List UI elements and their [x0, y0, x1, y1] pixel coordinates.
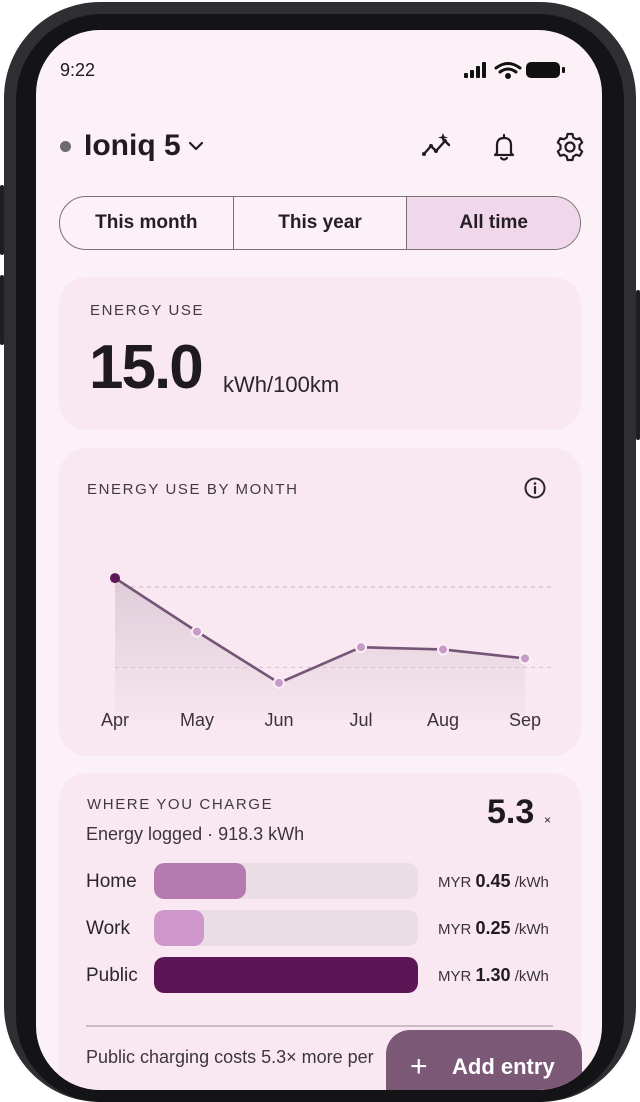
phone-power-button [636, 290, 640, 440]
charge-row-label-home: Home [86, 871, 137, 892]
app-screen: 9:22 Ioniq 5 This month This year All ti… [36, 30, 602, 1090]
charge-price-home: MYR 0.45 /kWh [438, 871, 549, 891]
charge-row-label-public: Public [86, 965, 138, 986]
charge-bar-fill-work [154, 910, 205, 946]
where-you-charge-label: WHERE YOU CHARGE [87, 796, 274, 813]
phone-volume-button [0, 185, 4, 255]
energy-by-month-card: ENERGY USE BY MONTH Apr May Jun Jul Aug Sep [59, 448, 581, 756]
chart-point-aug [437, 643, 449, 656]
charge-price-public: MYR 1.30 /kWh [438, 965, 549, 985]
chart-x-tick-label: Sep [509, 710, 541, 730]
charge-bar-fill-home [154, 863, 247, 899]
period-selector: This month This year All time [59, 196, 581, 250]
charge-bar-home [154, 863, 418, 899]
chart-x-tick-label: Aug [427, 710, 459, 730]
charge-price-work: MYR 0.25 /kWh [438, 918, 549, 938]
cost-multiplier-suffix: × [544, 813, 552, 827]
energy-use-label: ENERGY USE [90, 302, 205, 319]
energy-chart: Apr May Jun Jul Aug Sep [101, 573, 555, 730]
cost-multiplier-value: 5.3 [487, 793, 535, 831]
chart-area-fill [115, 578, 525, 720]
add-entry-label: Add entry [452, 1054, 555, 1079]
signal-icon [464, 62, 486, 78]
chart-point-jul [355, 641, 367, 654]
plus-icon: + [410, 1050, 428, 1083]
wifi-icon [494, 62, 522, 79]
energy-logged: Energy logged · 918.3 kWh [86, 824, 305, 844]
chart-point-sep [519, 652, 531, 665]
chart-x-tick-label: May [180, 710, 214, 730]
chart-point-jun [273, 676, 285, 689]
battery-icon [526, 62, 565, 78]
tab-this-year[interactable]: This year [234, 197, 408, 249]
vehicle-selector[interactable]: Ioniq 5 [84, 129, 181, 163]
add-entry-button[interactable]: + Add entry [386, 1030, 582, 1090]
charge-row-label-work: Work [86, 918, 130, 939]
tab-this-month[interactable]: This month [60, 197, 234, 249]
vehicle-status-dot [60, 141, 71, 152]
charge-bar-public [154, 957, 418, 993]
status-icons [464, 62, 565, 79]
phone-volume-button [0, 275, 4, 345]
chart-point-may [191, 625, 203, 638]
charge-bar-fill-public [154, 957, 418, 993]
chart-x-tick-label: Jun [264, 710, 293, 730]
chart-point-apr [110, 573, 120, 584]
divider [86, 1025, 553, 1027]
energy-use-card: ENERGY USE 15.0 kWh/100km [59, 277, 581, 430]
chart-x-tick-label: Jul [349, 710, 372, 730]
insights-icon[interactable] [421, 131, 453, 163]
chevron-down-icon[interactable] [186, 136, 206, 156]
bell-icon[interactable] [488, 131, 520, 163]
gear-icon[interactable] [554, 131, 586, 163]
public-cost-note: Public charging costs 5.3× more per [86, 1047, 374, 1067]
charge-bar-work [154, 910, 418, 946]
status-time: 9:22 [60, 60, 96, 80]
tab-all-time[interactable]: All time [407, 197, 580, 249]
energy-use-value: 15.0 [89, 333, 204, 402]
energy-use-unit: kWh/100km [223, 372, 340, 397]
chart-x-tick-label: Apr [101, 710, 129, 730]
